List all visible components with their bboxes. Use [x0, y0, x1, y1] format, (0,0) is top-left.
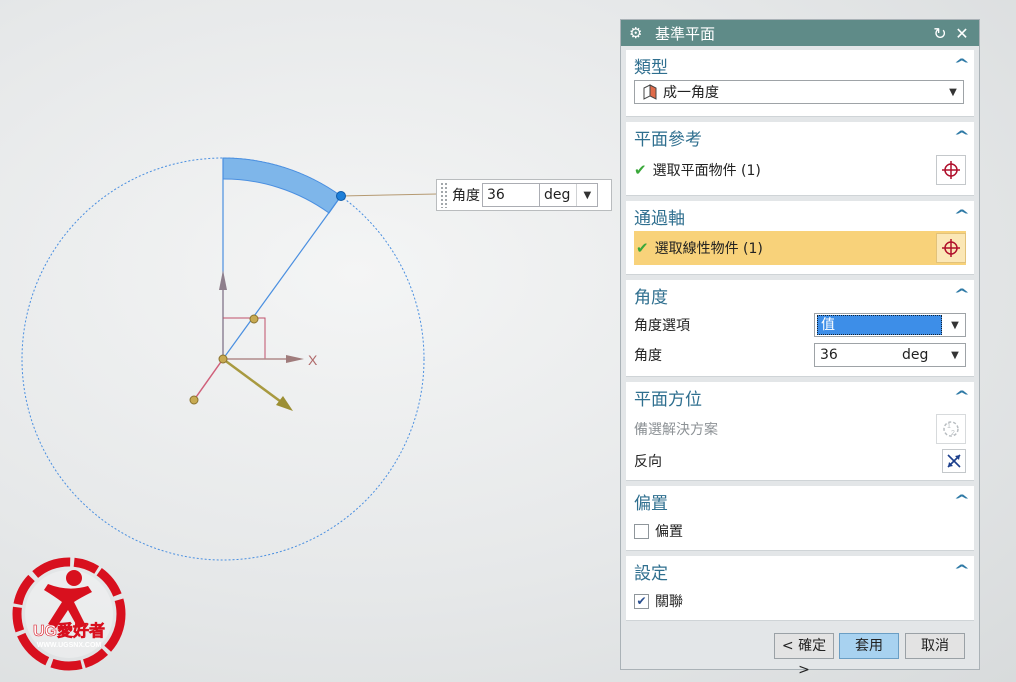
angle-value-label: 角度	[634, 348, 662, 364]
associative-checkbox[interactable]: ✔	[634, 593, 649, 609]
reverse-label: 反向	[634, 454, 662, 470]
section-through-axis: 通過軸 ^ ✔ 選取線性物件 (1)	[626, 201, 974, 275]
angle-plane-icon	[643, 84, 657, 100]
offset-checkbox-label: 偏置	[655, 524, 683, 540]
section-offset-title: 偏置	[634, 493, 668, 514]
y-axis-arrow-icon	[219, 270, 227, 290]
collapse-caret-icon: ^	[953, 563, 971, 579]
angle-drag-handle[interactable]	[336, 191, 346, 201]
dialog-title: 基準平面	[655, 24, 716, 43]
select-linear-object-label: 選取線性物件 (1)	[654, 241, 763, 257]
x-axis-arrow-icon	[286, 355, 304, 363]
normal-vector	[222, 357, 289, 409]
angle-unit: deg	[902, 347, 929, 363]
cancel-button[interactable]: 取消	[905, 633, 965, 659]
type-select[interactable]: 成一角度 ▼	[634, 80, 964, 104]
z-axis	[193, 358, 224, 401]
section-type: 類型 ^ 成一角度 ▼	[626, 50, 974, 117]
z-axis-point[interactable]	[189, 395, 199, 405]
through-axis-selection-row[interactable]: ✔ 選取線性物件 (1)	[634, 231, 966, 265]
close-icon[interactable]: ✕	[951, 24, 973, 43]
type-select-value: 成一角度	[663, 85, 719, 101]
select-plane-button[interactable]	[936, 155, 966, 185]
crosshair-icon	[942, 161, 960, 179]
section-plane-reference-title: 平面參考	[634, 129, 702, 150]
section-plane-reference-header[interactable]: 平面參考 ^	[626, 122, 974, 152]
normal-vector-arrow-icon	[276, 396, 293, 411]
section-settings-title: 設定	[634, 563, 668, 584]
angle-value-field[interactable]: 36 deg ▼	[814, 343, 966, 367]
svg-text:2: 2	[951, 430, 955, 437]
section-settings: 設定 ^ ✔ 關聯	[626, 556, 974, 621]
floating-angle-value-field[interactable]: 36	[482, 183, 540, 207]
crosshair-icon	[942, 239, 960, 257]
svg-text:1: 1	[947, 423, 951, 430]
reverse-direction-button[interactable]	[942, 449, 966, 473]
logo-text: UG愛好者	[33, 621, 105, 640]
dialog-titlebar: ⚙ 基準平面 ↻ ✕	[621, 20, 979, 46]
section-through-axis-header[interactable]: 通過軸 ^	[626, 201, 974, 231]
gear-icon[interactable]: ⚙	[629, 24, 647, 42]
floating-angle-unit: deg	[540, 184, 578, 206]
floating-angle-unit-select[interactable]: deg ▼	[540, 183, 599, 207]
chevron-down-icon: ▼	[951, 349, 959, 361]
select-linear-object-button[interactable]	[936, 233, 966, 263]
section-through-axis-title: 通過軸	[634, 208, 685, 229]
angle-arc-band[interactable]	[222, 157, 342, 214]
reverse-direction-icon	[947, 454, 961, 468]
x-axis-label: X	[308, 352, 318, 368]
ok-button[interactable]: < 確定 >	[774, 633, 834, 678]
section-offset: 偏置 ^ 偏置	[626, 486, 974, 551]
collapse-caret-icon: ^	[953, 208, 971, 224]
chevron-down-icon: ▼	[951, 319, 959, 331]
angle-option-label: 角度選項	[634, 318, 690, 334]
checkmark-icon: ✔	[634, 161, 647, 179]
collapse-caret-icon: ^	[953, 57, 971, 73]
datum-plane-dialog: ⚙ 基準平面 ↻ ✕ 類型 ^ 成一角度 ▼ 平面參考 ^ ✔ 選取平面物件 (…	[620, 19, 980, 678]
offset-checkbox[interactable]	[634, 523, 649, 539]
alternate-solution-label: 備選解決方案	[634, 422, 718, 438]
checkmark-icon: ✔	[636, 239, 649, 257]
section-plane-orientation: 平面方位 ^ 備選解決方案 1 2 反向	[626, 382, 974, 481]
section-plane-reference: 平面參考 ^ ✔ 選取平面物件 (1)	[626, 122, 974, 196]
cycle-icon: 1 2	[943, 421, 959, 437]
chevron-down-icon: ▼	[949, 86, 957, 98]
section-angle: 角度 ^ 角度選項 值 ▼ 角度 36 deg ▼	[626, 280, 974, 377]
alternate-solution-button[interactable]: 1 2	[936, 414, 966, 444]
apply-button[interactable]: 套用	[839, 633, 899, 659]
associative-checkbox-label: 關聯	[655, 594, 683, 610]
triad-point[interactable]	[249, 314, 259, 324]
angle-value: 36	[820, 347, 838, 363]
section-angle-header[interactable]: 角度 ^	[626, 280, 974, 310]
section-offset-header[interactable]: 偏置 ^	[626, 486, 974, 516]
drag-grip-icon[interactable]	[440, 182, 448, 208]
collapse-caret-icon: ^	[953, 129, 971, 145]
angle-option-select[interactable]: 值 ▼	[814, 313, 966, 337]
logo-url: WWW.UGSNX.COM	[37, 642, 102, 649]
angle-line	[222, 195, 342, 360]
triad-square	[223, 317, 266, 359]
section-type-header[interactable]: 類型 ^	[626, 50, 974, 80]
reset-icon[interactable]: ↻	[929, 24, 951, 43]
collapse-caret-icon: ^	[953, 287, 971, 303]
section-plane-orientation-header[interactable]: 平面方位 ^	[626, 382, 974, 412]
select-plane-object-label[interactable]: 選取平面物件 (1)	[653, 160, 761, 180]
chevron-down-icon: ▼	[583, 189, 592, 201]
angle-option-value: 值	[817, 315, 942, 335]
floating-angle-label: 角度	[452, 188, 480, 204]
section-plane-orientation-title: 平面方位	[634, 389, 702, 410]
collapse-caret-icon: ^	[953, 389, 971, 405]
section-type-title: 類型	[634, 57, 668, 78]
leader-line	[340, 193, 438, 197]
collapse-caret-icon: ^	[953, 493, 971, 509]
floating-angle-input: 角度 36 deg ▼	[436, 179, 612, 211]
section-settings-header[interactable]: 設定 ^	[626, 556, 974, 586]
ugsnx-watermark-logo: UG愛好者 WWW.UGSNX.COM	[12, 557, 126, 671]
section-angle-title: 角度	[634, 287, 668, 308]
origin-point[interactable]	[218, 354, 228, 364]
